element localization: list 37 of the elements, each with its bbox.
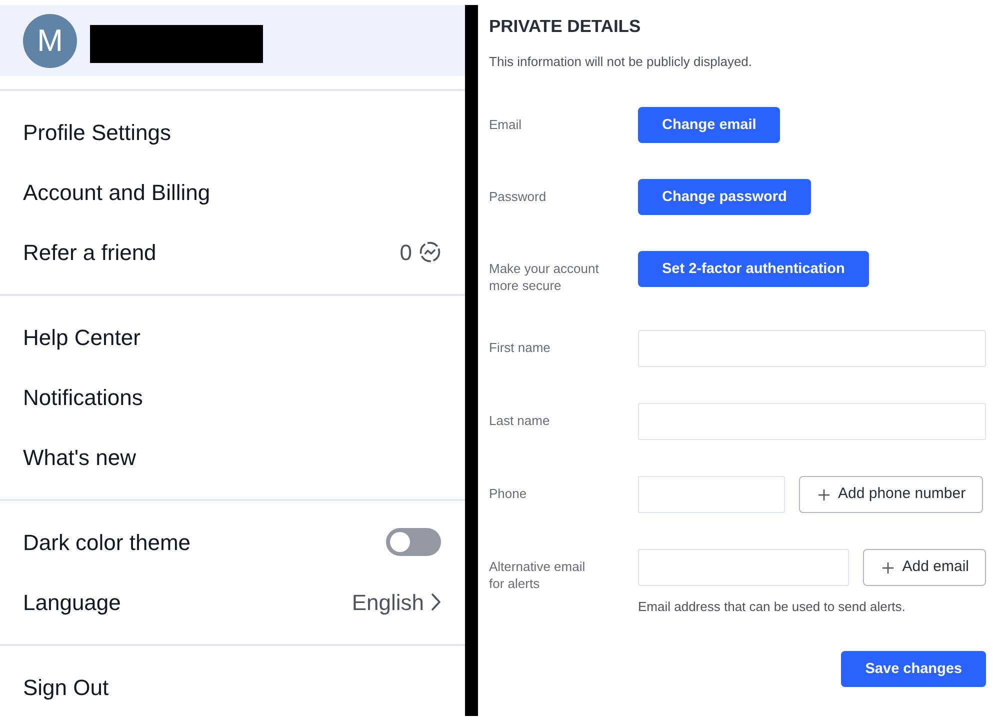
save-button[interactable]: Save changes (841, 651, 986, 687)
field-label: First name (489, 339, 552, 356)
action-button[interactable]: Change password (638, 179, 811, 215)
add-button[interactable]: Add phone number (799, 476, 983, 513)
menu-item[interactable]: Language (23, 586, 121, 618)
text-input[interactable] (638, 403, 986, 440)
text-input[interactable] (638, 330, 986, 367)
menu-item[interactable]: Profile Settings (23, 116, 171, 148)
menu-item[interactable]: Notifications (23, 380, 143, 414)
text-input[interactable] (638, 476, 785, 513)
section-title: PRIVATE DETAILS (489, 15, 642, 38)
field-label: Last name (489, 412, 551, 429)
field-label: Alternative email for alerts (489, 558, 586, 592)
field-label: Email (489, 116, 523, 133)
text-input[interactable] (638, 549, 850, 586)
plus-icon (882, 562, 894, 574)
wave-circle-icon (419, 241, 441, 263)
toggle-switch[interactable] (386, 528, 441, 556)
add-button[interactable]: Add email (863, 549, 986, 586)
field-label: Make your account more secure (489, 260, 600, 294)
action-button[interactable]: Set 2-factor authentication (638, 251, 869, 287)
menu-item[interactable]: What's new (23, 440, 136, 474)
menu-item[interactable]: Sign Out (23, 670, 109, 704)
action-button[interactable]: Change email (638, 107, 780, 143)
section-description: This information will not be publicly displayed. (489, 54, 754, 70)
setting-label: Dark color theme (23, 528, 191, 556)
menu-item[interactable]: Help Center (23, 320, 140, 354)
help-text: Email address that can be used to send alerts. (638, 599, 906, 615)
plus-icon (818, 488, 830, 500)
avatar: M (23, 14, 77, 68)
language-value: English (352, 588, 424, 617)
menu-item[interactable]: Refer a friend (23, 236, 156, 268)
field-label: Password (489, 188, 548, 205)
chevron-right-icon (431, 593, 441, 611)
field-label: Phone (489, 485, 528, 502)
referral-count: 0 (400, 238, 412, 266)
menu-item[interactable]: Account and Billing (23, 176, 210, 208)
